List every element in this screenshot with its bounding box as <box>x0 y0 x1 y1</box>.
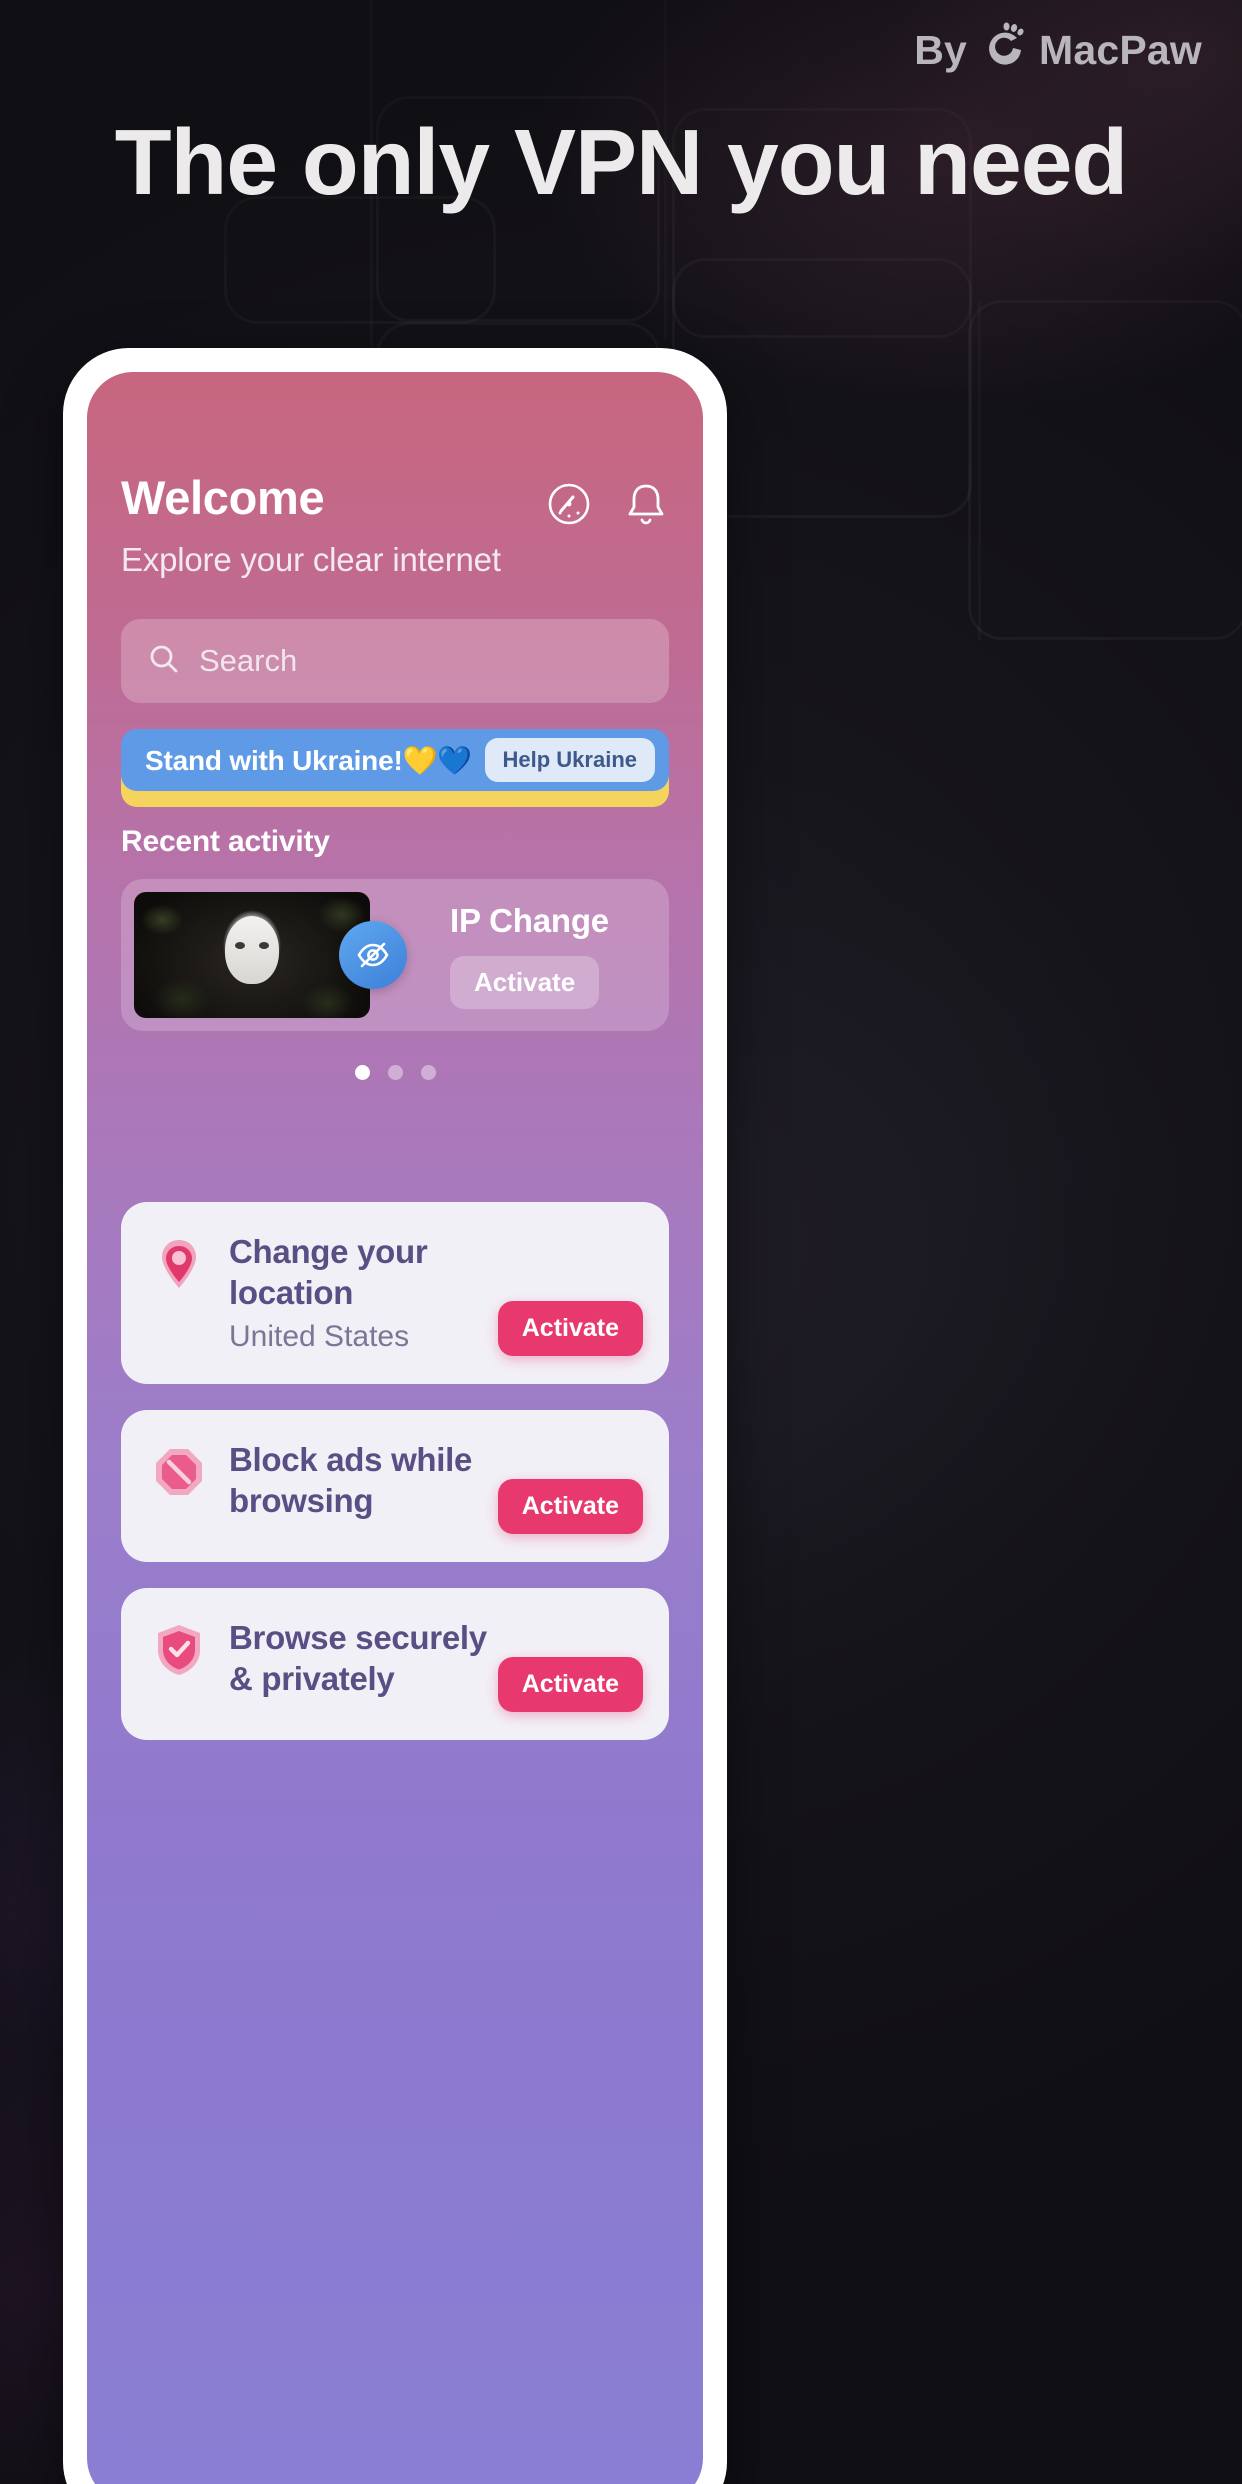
brand-by-label: By <box>914 26 967 73</box>
ukraine-banner[interactable]: Stand with Ukraine!💛💙 Help Ukraine <box>121 729 669 807</box>
phone-mockup: Welcome Explore your clear internet Sear… <box>63 348 727 2484</box>
activity-title: IP Change <box>450 901 609 939</box>
feature-card-change-location[interactable]: Change your location United States Activ… <box>121 1202 669 1384</box>
page-title: Welcome <box>121 471 325 524</box>
search-placeholder: Search <box>199 643 298 678</box>
header-actions <box>545 470 669 528</box>
brand-credit: By MacPaw <box>914 22 1202 78</box>
carousel-pagination[interactable] <box>121 1065 669 1080</box>
eye-slash-icon <box>339 921 407 989</box>
hero-headline: The only VPN you need <box>114 110 1129 214</box>
brand-name: MacPaw <box>1039 26 1202 73</box>
carousel-dot-2[interactable] <box>387 1065 403 1080</box>
feature-title: Browse securely & privately <box>229 1618 487 1697</box>
carousel-dot-3[interactable] <box>420 1065 436 1080</box>
carousel-dot-1[interactable] <box>354 1065 370 1080</box>
feature-subtitle: United States <box>229 1319 410 1353</box>
shield-check-icon <box>151 1622 207 1678</box>
activate-button[interactable]: Activate <box>497 1478 643 1534</box>
recent-activity-title: Recent activity <box>121 825 330 858</box>
search-icon <box>147 642 181 681</box>
page-subtitle: Explore your clear internet <box>121 541 501 578</box>
block-ads-icon <box>151 1444 207 1500</box>
search-input[interactable]: Search <box>121 619 669 703</box>
macpaw-paw-logo-icon <box>981 22 1025 78</box>
feature-title: Block ads while browsing <box>229 1440 473 1519</box>
activity-activate-button[interactable]: Activate <box>450 955 600 1009</box>
thumbnail-mask <box>225 916 279 984</box>
feature-card-browse-securely[interactable]: Browse securely & privately Activate <box>121 1587 669 1740</box>
activate-button[interactable]: Activate <box>497 1656 643 1712</box>
speedometer-icon[interactable] <box>545 480 593 528</box>
app-screen: Welcome Explore your clear internet Sear… <box>87 372 703 2484</box>
feature-card-list: Change your location United States Activ… <box>121 1202 669 1740</box>
app-header: Welcome Explore your clear internet <box>121 372 669 579</box>
recent-activity-card[interactable]: IP Change Activate <box>121 879 669 1031</box>
help-ukraine-button[interactable]: Help Ukraine <box>484 738 655 782</box>
feature-card-block-ads[interactable]: Block ads while browsing Activate <box>121 1409 669 1562</box>
activity-thumbnail <box>134 892 370 1018</box>
activate-button[interactable]: Activate <box>497 1300 643 1356</box>
ukraine-banner-text: Stand with Ukraine!💛💙 <box>145 744 472 776</box>
feature-title: Change your location <box>229 1233 428 1311</box>
bell-icon[interactable] <box>623 480 669 528</box>
location-pin-icon <box>151 1236 207 1292</box>
